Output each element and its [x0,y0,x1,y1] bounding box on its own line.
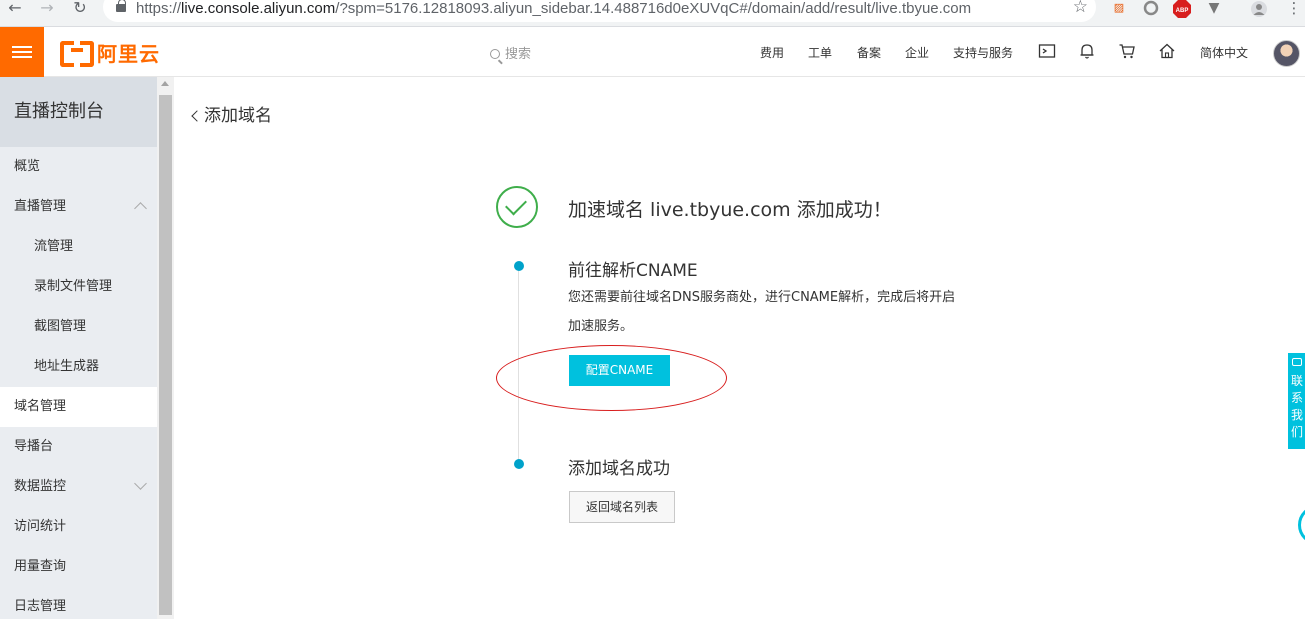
aliyun-logo-icon [60,41,94,67]
translate-icon[interactable]: ▨ [1110,0,1128,18]
sidebar-item-stream-management[interactable]: 流管理 [0,227,157,267]
sidebar-item-access-stats[interactable]: 访问统计 [0,507,157,547]
sidebar-item-recording-files[interactable]: 录制文件管理 [0,267,157,307]
chevron-left-icon [191,110,203,122]
address-bar[interactable]: https://live.console.aliyun.com/?spm=517… [103,0,1096,22]
circle-icon[interactable] [1142,0,1160,18]
scrollbar-thumb[interactable] [159,95,172,615]
link-enterprise[interactable]: 企业 [905,44,929,61]
page-title: 添加域名 [204,106,272,126]
configure-cname-button[interactable]: 配置CNAME [569,355,670,386]
sidebar-item-snapshots[interactable]: 截图管理 [0,307,157,347]
contact-us-tab[interactable]: 联系我们 [1288,353,1305,449]
sidebar-scrollbar[interactable] [157,77,174,619]
sidebar-item-domain-management[interactable]: 域名管理 [0,387,157,427]
language-switch[interactable]: 简体中文 [1200,44,1248,61]
sidebar-title: 直播控制台 [0,77,157,147]
sidebar-item-overview[interactable]: 概览 [0,147,157,187]
sidebar-item-director[interactable]: 导播台 [0,427,157,467]
scroll-up-arrow-icon[interactable] [161,81,169,86]
contact-label: 联系我们 [1291,374,1304,439]
bell-icon[interactable] [1078,42,1096,60]
link-support[interactable]: 支持与服务 [953,44,1013,61]
timeline-dot [514,261,524,271]
search-placeholder: 搜索 [505,47,532,62]
sidebar-item-log-management[interactable]: 日志管理 [0,587,157,627]
reload-icon[interactable]: ↻ [70,0,90,18]
lock-icon [116,0,126,12]
sidebar: 直播控制台 概览 直播管理 流管理 录制文件管理 截图管理 地址生成器 域名管理… [0,77,157,619]
step-title-cname: 前往解析CNAME [568,261,698,281]
chevron-up-icon [134,202,147,215]
browser-toolbar: ← → ↻ https://live.console.aliyun.com/?s… [0,0,1305,27]
user-avatar[interactable] [1273,40,1300,67]
forward-arrow-icon[interactable]: → [37,0,57,18]
chat-icon [1292,358,1302,366]
link-tickets[interactable]: 工单 [808,44,832,61]
sidebar-item-live-management[interactable]: 直播管理 [0,187,157,227]
url-text: https://live.console.aliyun.com/?spm=517… [136,0,972,17]
hamburger-menu-button[interactable] [0,27,44,77]
step-title-success: 添加域名成功 [568,459,670,479]
terminal-icon[interactable] [1038,42,1056,60]
sidebar-item-url-generator[interactable]: 地址生成器 [0,347,157,387]
sidebar-item-usage-query[interactable]: 用量查询 [0,547,157,587]
menu-icon[interactable]: ⋮ [1285,0,1303,18]
search-input[interactable]: 搜索 [490,43,531,62]
floating-help-button[interactable] [1298,505,1305,545]
back-link[interactable]: 添加域名 [191,101,272,126]
link-billing[interactable]: 费用 [760,44,784,61]
aliyun-logo[interactable]: 阿里云 [60,39,160,67]
chevron-down-icon [134,477,147,490]
search-icon [490,49,500,59]
back-arrow-icon[interactable]: ← [5,0,25,18]
console-topbar: 阿里云 搜索 费用 工单 备案 企业 支持与服务 简体中文 [0,27,1305,77]
sidebar-item-data-monitoring[interactable]: 数据监控 [0,467,157,507]
vivaldi-icon[interactable]: ▼ [1205,0,1223,18]
timeline-dot [514,459,524,469]
back-to-domain-list-button[interactable]: 返回域名列表 [569,491,675,523]
svg-text:ABP: ABP [1176,8,1189,14]
home-icon[interactable] [1158,42,1176,60]
success-check-icon [496,186,538,228]
cart-icon[interactable] [1118,42,1136,60]
link-icp[interactable]: 备案 [857,44,881,61]
timeline-line [518,266,519,463]
step-description: 您还需要前往域名DNS服务商处，进行CNAME解析，完成后将开启 加速服务。 [568,290,956,334]
success-headline: 加速域名 live.tbyue.com 添加成功！ [568,199,892,221]
profile-icon[interactable] [1250,0,1268,18]
abp-icon[interactable]: ABP [1173,0,1191,18]
bookmark-star-icon[interactable]: ☆ [1073,0,1088,17]
